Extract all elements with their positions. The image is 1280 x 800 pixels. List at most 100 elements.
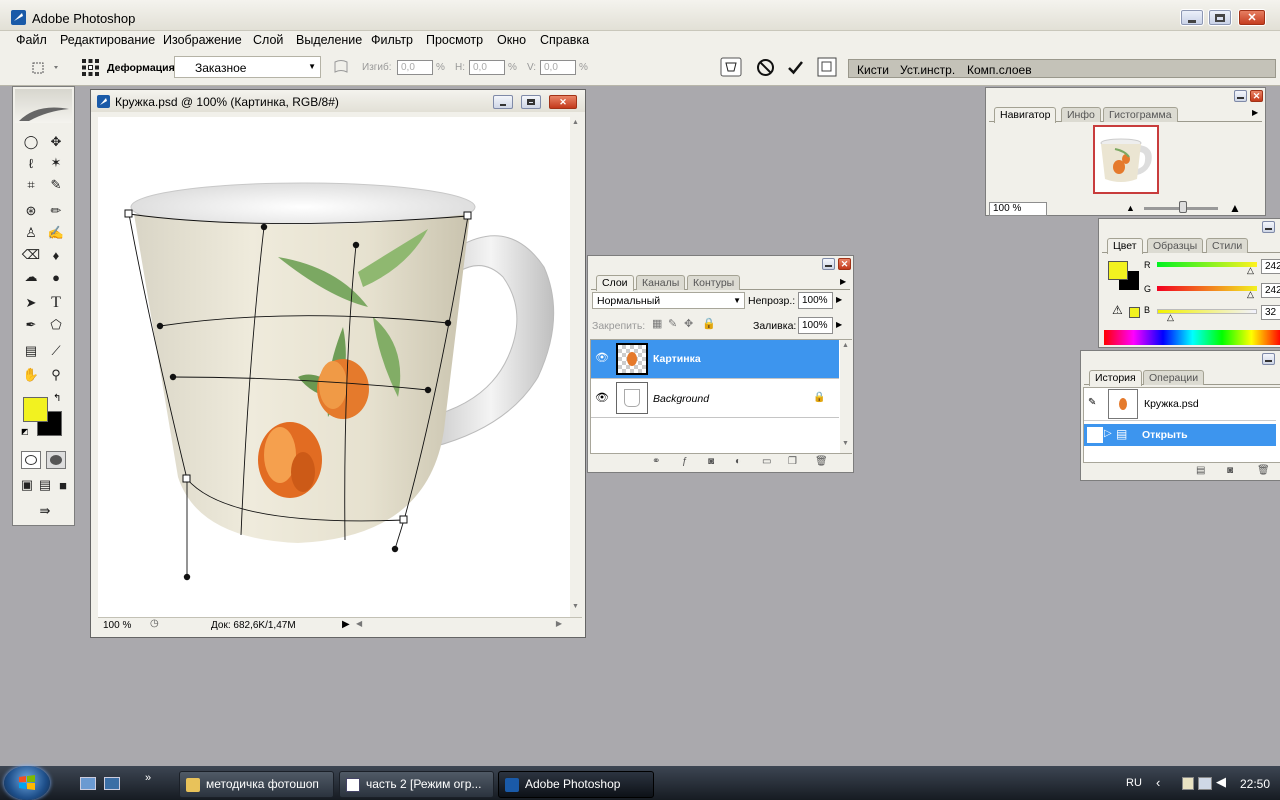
menu-image[interactable]: Изображение [163,33,242,47]
healing-brush-tool[interactable]: ⊛ [21,201,41,221]
zoom-in-icon[interactable]: ▲ [1229,201,1241,215]
lasso-tool[interactable]: ℓ [21,153,41,173]
tab-color[interactable]: Цвет [1107,238,1143,254]
channel-b-field[interactable]: 32 [1261,305,1280,320]
doc-close-button[interactable]: ✕ [549,95,577,109]
crop-tool[interactable]: ⌗ [21,175,41,195]
navigator-close-button[interactable]: ✕ [1250,90,1263,102]
trash-icon[interactable]: 🗑 [815,456,828,467]
scroll-up-icon[interactable]: ▲ [842,342,849,349]
scroll-right-icon[interactable]: ▶ [556,619,562,628]
taskbar-item-folder[interactable]: методичка фотошоп [179,771,334,798]
menu-file[interactable]: Файл [16,33,47,47]
history-snapshot-row[interactable]: ✎ Кружка.psd [1084,388,1276,421]
status-menu-icon[interactable]: ◷ [150,618,159,629]
tab-swatches[interactable]: Образцы [1147,238,1204,253]
show-desktop-icon[interactable] [80,777,96,790]
standard-mode-button[interactable] [21,451,41,469]
cancel-transform-icon[interactable] [756,58,775,77]
eye-icon[interactable]: 👁 [595,391,609,404]
path-selection-tool[interactable]: ➤ [21,293,41,313]
clock[interactable]: 22:50 [1240,777,1270,791]
history-brush-source-icon[interactable]: ✎ [1088,397,1096,408]
menu-view[interactable]: Просмотр [426,33,483,47]
tray-app-icon[interactable] [1182,777,1194,790]
channel-g-field[interactable]: 242 [1261,283,1280,298]
color-spectrum-bar[interactable] [1104,330,1280,345]
hand-tool[interactable]: ✋ [21,365,41,385]
channel-b-thumb[interactable]: △ [1167,312,1174,323]
gamut-color-swatch[interactable] [1129,307,1140,318]
tab-info[interactable]: Инфо [1061,107,1101,122]
type-tool[interactable]: T [46,293,66,313]
menu-edit[interactable]: Редактирование [60,33,155,47]
menu-filter[interactable]: Фильтр [371,33,413,47]
zoom-tool[interactable]: ⚲ [46,365,66,385]
channel-r-thumb[interactable]: △ [1247,265,1254,276]
color-minimize-button[interactable] [1262,221,1275,233]
doc-maximize-button[interactable] [521,95,541,109]
transform-tool-icon[interactable] [30,60,62,76]
channel-g-thumb[interactable]: △ [1247,289,1254,300]
tab-actions[interactable]: Операции [1143,370,1205,385]
scroll-up-icon[interactable]: ▲ [572,119,579,126]
link-layers-icon[interactable]: ⚭ [652,456,660,467]
history-step-row[interactable]: ▷ ▤ Открыть [1084,424,1276,446]
lock-all-icon[interactable]: 🔒 [702,317,716,330]
language-indicator[interactable]: RU [1126,777,1142,789]
start-button[interactable] [4,766,50,800]
document-zoom[interactable]: 100 % [103,620,131,631]
quick-mask-button[interactable] [46,451,66,469]
opacity-field[interactable]: 100% [798,292,833,309]
scroll-down-icon[interactable]: ▼ [842,440,849,447]
blur-tool[interactable]: ☁ [21,267,41,287]
layer-row[interactable]: 👁 Background 🔒 [591,380,839,418]
document-vertical-scrollbar[interactable]: ▲ ▼ [570,117,582,617]
fill-field[interactable]: 100% [798,317,833,334]
foreground-color-swatch[interactable] [23,397,48,422]
brush-tool[interactable]: ✏ [46,201,66,221]
taskbar-item-photoshop[interactable]: Adobe Photoshop [498,771,654,798]
fill-arrow-icon[interactable]: ▶ [836,320,842,329]
magic-wand-tool[interactable]: ✶ [46,153,66,173]
warp-orientation-icon[interactable] [333,59,349,75]
tab-navigator[interactable]: Навигатор [994,107,1057,123]
screen-mode-full-menu[interactable]: ▤ [35,475,55,495]
history-source-checkbox[interactable] [1087,427,1103,443]
new-layer-icon[interactable]: ❐ [788,456,797,467]
well-tab-tool-presets[interactable]: Уст.инстр. [900,63,955,77]
marquee-tool[interactable]: ◯ [21,132,41,152]
notes-tool[interactable]: ▤ [21,341,41,361]
slice-tool[interactable]: ✎ [46,175,66,195]
taskbar-item-word[interactable]: часть 2 [Режим огр... [339,771,494,798]
opacity-arrow-icon[interactable]: ▶ [836,295,842,304]
history-brush-tool[interactable]: ✍ [46,223,66,243]
status-arrow-icon[interactable]: ▶ [342,619,350,630]
channel-r-slider[interactable] [1157,262,1257,267]
palette-well-icon[interactable] [816,56,838,78]
eyedropper-tool[interactable]: ⟋ [46,341,66,361]
color-fg-swatch[interactable] [1108,261,1128,280]
new-group-icon[interactable]: ▭ [762,456,771,467]
navigator-menu-icon[interactable]: ▶ [1252,108,1258,117]
swap-colors-icon[interactable]: ↰ [53,393,61,404]
new-snapshot-icon[interactable]: ◙ [1227,465,1233,476]
pen-tool[interactable]: ✒ [21,315,41,335]
menu-select[interactable]: Выделение [296,33,362,47]
layer-name[interactable]: Background [653,393,709,405]
layers-scrollbar[interactable]: ▲ ▼ [840,340,852,453]
tab-history[interactable]: История [1089,370,1142,386]
scroll-left-icon[interactable]: ◀ [356,619,362,628]
screen-mode-full[interactable]: ■ [53,475,73,495]
lock-transparency-icon[interactable]: ▦ [652,317,662,330]
layer-thumbnail-background[interactable] [616,382,648,414]
scroll-down-icon[interactable]: ▼ [572,603,579,610]
commit-transform-icon[interactable] [786,58,805,77]
shape-tool[interactable]: ⬠ [46,315,66,335]
minimize-button[interactable] [1180,9,1204,26]
paint-bucket-tool[interactable]: ♦ [46,245,66,265]
layer-mask-icon[interactable]: ◙ [708,456,714,467]
layers-minimize-button[interactable] [822,258,835,270]
navigator-minimize-button[interactable] [1234,90,1247,102]
delete-state-icon[interactable]: 🗑 [1257,465,1270,476]
